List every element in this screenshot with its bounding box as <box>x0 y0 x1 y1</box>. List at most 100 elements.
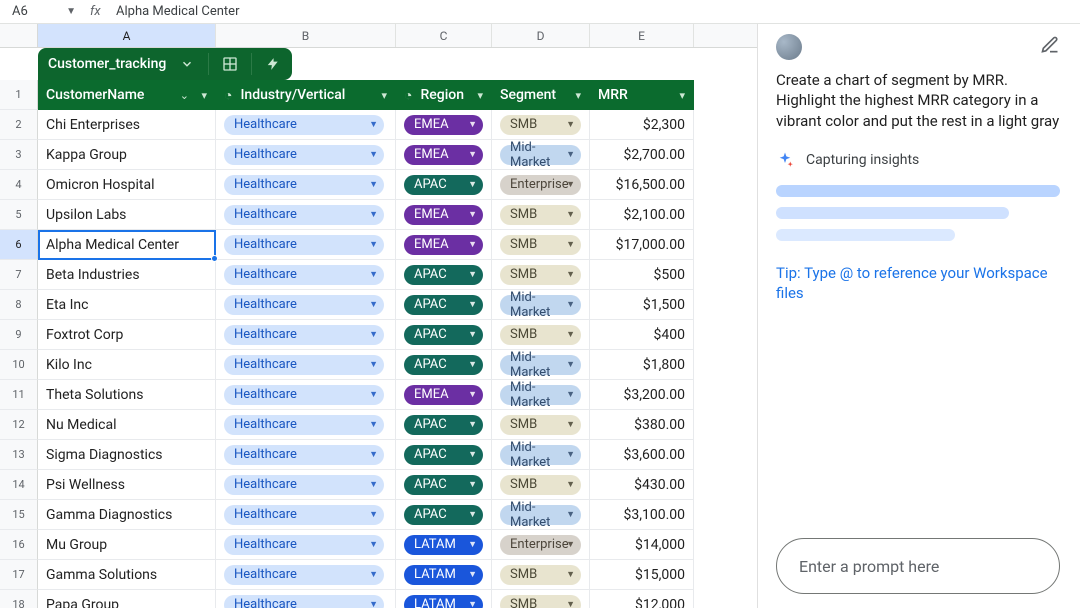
cell-mrr[interactable]: $500 <box>590 260 694 290</box>
cell-industry[interactable]: Healthcare▼ <box>216 200 396 230</box>
cell-customer-name[interactable]: Kappa Group <box>38 140 216 170</box>
chip-dropdown-icon[interactable]: ▼ <box>468 269 477 280</box>
cell-industry[interactable]: Healthcare▼ <box>216 590 396 608</box>
row-number[interactable]: 17 <box>0 560 38 590</box>
cell-mrr[interactable]: $12,000 <box>590 590 694 608</box>
region-chip[interactable]: EMEA▼ <box>404 235 483 255</box>
cell-mrr[interactable]: $1,800 <box>590 350 694 380</box>
name-box-dropdown-icon[interactable]: ▼ <box>66 6 76 17</box>
row-number[interactable]: 7 <box>0 260 38 290</box>
industry-chip[interactable]: Healthcare▼ <box>224 535 384 555</box>
row-number[interactable]: 2 <box>0 110 38 140</box>
chip-dropdown-icon[interactable]: ▼ <box>566 599 575 608</box>
region-chip[interactable]: APAC▼ <box>404 325 483 345</box>
chip-dropdown-icon[interactable]: ▼ <box>468 389 477 400</box>
cell-industry[interactable]: Healthcare▼ <box>216 530 396 560</box>
chip-dropdown-icon[interactable]: ▼ <box>369 509 378 520</box>
chip-dropdown-icon[interactable]: ▼ <box>369 479 378 490</box>
user-avatar[interactable] <box>776 34 802 60</box>
cell-customer-name[interactable]: Beta Industries <box>38 260 216 290</box>
cell-segment[interactable]: Mid-Market▼ <box>492 290 590 320</box>
cell-mrr[interactable]: $3,100.00 <box>590 500 694 530</box>
table-bolt-icon[interactable] <box>264 55 282 73</box>
segment-chip[interactable]: SMB▼ <box>500 325 581 345</box>
cell-segment[interactable]: SMB▼ <box>492 410 590 440</box>
chip-dropdown-icon[interactable]: ▼ <box>566 539 575 550</box>
region-chip[interactable]: APAC▼ <box>404 175 483 195</box>
cell-region[interactable]: EMEA▼ <box>396 110 492 140</box>
industry-chip[interactable]: Healthcare▼ <box>224 175 384 195</box>
chip-dropdown-icon[interactable]: ▼ <box>566 209 575 220</box>
chip-dropdown-icon[interactable]: ▼ <box>468 539 477 550</box>
chip-dropdown-icon[interactable]: ▼ <box>369 449 378 460</box>
chip-dropdown-icon[interactable]: ▼ <box>369 119 378 130</box>
chip-dropdown-icon[interactable]: ▼ <box>369 269 378 280</box>
row-number[interactable]: 18 <box>0 590 38 608</box>
region-chip[interactable]: LATAM▼ <box>404 595 483 608</box>
filter-icon[interactable]: ▾ <box>477 89 483 102</box>
region-chip[interactable]: EMEA▼ <box>404 385 483 405</box>
industry-chip[interactable]: Healthcare▼ <box>224 415 384 435</box>
cell-mrr[interactable]: $15,000 <box>590 560 694 590</box>
region-chip[interactable]: APAC▼ <box>404 505 483 525</box>
region-chip[interactable]: APAC▼ <box>404 355 483 375</box>
cell-segment[interactable]: SMB▼ <box>492 320 590 350</box>
segment-chip[interactable]: Mid-Market▼ <box>500 505 581 525</box>
table-grid-icon[interactable] <box>221 55 239 73</box>
cell-customer-name[interactable]: Alpha Medical Center <box>38 230 216 260</box>
region-chip[interactable]: EMEA▼ <box>404 115 483 135</box>
header-region[interactable]: ◔ Region ▾ <box>396 80 492 110</box>
row-number[interactable]: 14 <box>0 470 38 500</box>
cell-region[interactable]: APAC▼ <box>396 170 492 200</box>
col-header-C[interactable]: C <box>396 24 492 47</box>
cell-mrr[interactable]: $3,200.00 <box>590 380 694 410</box>
cell-segment[interactable]: Enterprise▼ <box>492 170 590 200</box>
chip-dropdown-icon[interactable]: ▼ <box>369 389 378 400</box>
table-menu-chevron-icon[interactable] <box>178 55 196 73</box>
cell-industry[interactable]: Healthcare▼ <box>216 440 396 470</box>
cell-customer-name[interactable]: Foxtrot Corp <box>38 320 216 350</box>
col-header-E[interactable]: E <box>590 24 694 47</box>
industry-chip[interactable]: Healthcare▼ <box>224 115 384 135</box>
cell-industry[interactable]: Healthcare▼ <box>216 320 396 350</box>
cell-segment[interactable]: Enterprise▼ <box>492 530 590 560</box>
cell-segment[interactable]: SMB▼ <box>492 470 590 500</box>
cell-customer-name[interactable]: Nu Medical <box>38 410 216 440</box>
chip-dropdown-icon[interactable]: ▼ <box>566 179 575 190</box>
cell-industry[interactable]: Healthcare▼ <box>216 470 396 500</box>
chip-dropdown-icon[interactable]: ▼ <box>566 239 575 250</box>
chip-dropdown-icon[interactable]: ▼ <box>566 419 575 430</box>
cell-industry[interactable]: Healthcare▼ <box>216 140 396 170</box>
chip-dropdown-icon[interactable]: ▼ <box>468 299 477 310</box>
chip-dropdown-icon[interactable]: ▼ <box>566 149 575 160</box>
cell-industry[interactable]: Healthcare▼ <box>216 230 396 260</box>
segment-chip[interactable]: Enterprise▼ <box>500 535 581 555</box>
chip-dropdown-icon[interactable]: ▼ <box>566 509 575 520</box>
sort-icon[interactable]: ⌄ <box>180 89 189 102</box>
industry-chip[interactable]: Healthcare▼ <box>224 235 384 255</box>
chip-dropdown-icon[interactable]: ▼ <box>369 569 378 580</box>
cell-region[interactable]: APAC▼ <box>396 350 492 380</box>
cell-industry[interactable]: Healthcare▼ <box>216 560 396 590</box>
industry-chip[interactable]: Healthcare▼ <box>224 565 384 585</box>
chip-dropdown-icon[interactable]: ▼ <box>369 239 378 250</box>
filter-icon[interactable]: ▾ <box>575 89 581 102</box>
cell-region[interactable]: LATAM▼ <box>396 560 492 590</box>
cell-customer-name[interactable]: Gamma Solutions <box>38 560 216 590</box>
industry-chip[interactable]: Healthcare▼ <box>224 205 384 225</box>
cell-industry[interactable]: Healthcare▼ <box>216 290 396 320</box>
cell-region[interactable]: EMEA▼ <box>396 140 492 170</box>
industry-chip[interactable]: Healthcare▼ <box>224 385 384 405</box>
chip-dropdown-icon[interactable]: ▼ <box>468 179 477 190</box>
chip-dropdown-icon[interactable]: ▼ <box>566 479 575 490</box>
cell-mrr[interactable]: $2,100.00 <box>590 200 694 230</box>
cell-region[interactable]: EMEA▼ <box>396 380 492 410</box>
cell-customer-name[interactable]: Kilo Inc <box>38 350 216 380</box>
cell-region[interactable]: LATAM▼ <box>396 590 492 608</box>
segment-chip[interactable]: SMB▼ <box>500 265 581 285</box>
header-segment[interactable]: Segment ▾ <box>492 80 590 110</box>
industry-chip[interactable]: Healthcare▼ <box>224 475 384 495</box>
row-number[interactable]: 12 <box>0 410 38 440</box>
header-mrr[interactable]: MRR ▾ <box>590 80 694 110</box>
cell-mrr[interactable]: $1,500 <box>590 290 694 320</box>
